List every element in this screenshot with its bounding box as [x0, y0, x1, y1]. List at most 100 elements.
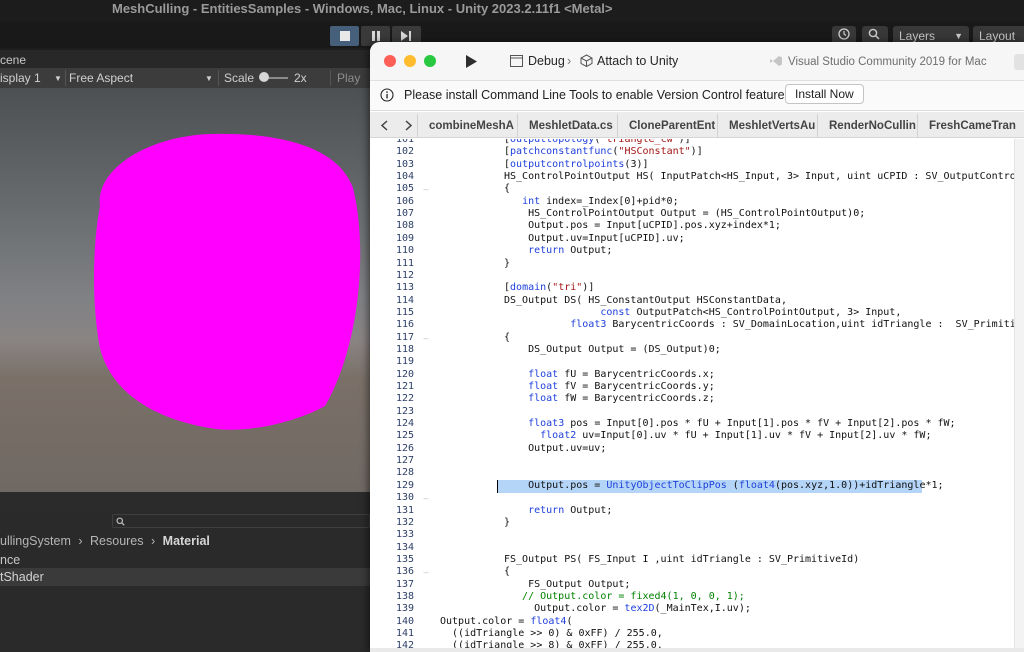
display-chevron-icon: ▼	[54, 74, 62, 83]
scale-slider-handle[interactable]	[259, 72, 269, 82]
code-line[interactable]: 118 DS_Output Output = (DS_Output)0;	[370, 344, 1024, 356]
breadcrumb-separator: ›	[151, 534, 156, 548]
scale-label: Scale	[224, 71, 255, 85]
code-line[interactable]: 108 Output.pos = Input[uCPID].pos.xyz+in…	[370, 220, 1024, 232]
code-text: [outputtopology("triangle_cw")]	[504, 139, 691, 145]
zoom-window-button[interactable]	[424, 55, 436, 67]
text-caret	[497, 479, 498, 493]
line-number: 118	[395, 343, 414, 355]
breadcrumb-current[interactable]: Material	[163, 534, 210, 548]
code-line[interactable]: 122 float fW = BarycentricCoords.z;	[370, 393, 1024, 405]
product-name: Visual Studio Community 2019 for Mac	[788, 56, 987, 68]
code-line[interactable]: 116 float3 BarycentricCoords : SV_Domain…	[370, 319, 1024, 331]
minimize-window-button[interactable]	[404, 55, 416, 67]
code-line[interactable]: 103 [outputcontrolpoints(3)]	[370, 159, 1024, 171]
code-line[interactable]: 129 Output.pos = UnityObjectToClipPos (f…	[370, 479, 1024, 493]
fold-marker-icon[interactable]: –	[422, 183, 430, 195]
code-line[interactable]: 136– {	[370, 566, 1024, 578]
display-dropdown[interactable]: isplay 1	[0, 68, 41, 88]
editor-horizontal-scrollbar[interactable]	[370, 648, 1024, 652]
code-text: FS_Output Output;	[504, 578, 631, 590]
document-tab-bar: combineMeshA MeshletData.cs CloneParentE…	[370, 112, 1024, 138]
project-item-label: tShader	[0, 570, 44, 584]
tab-freshcamera[interactable]: FreshCameTran	[917, 114, 1016, 138]
project-search-input[interactable]	[112, 514, 370, 528]
layout-label: Layout	[979, 29, 1016, 43]
play-button[interactable]	[330, 26, 359, 46]
code-line[interactable]: 125 float2 uv=Input[0].uv * fU + Input[1…	[370, 430, 1024, 442]
code-line[interactable]: 105– {	[370, 183, 1024, 195]
fold-marker-icon[interactable]: –	[422, 492, 430, 504]
code-line[interactable]: 101 [outputtopology("triangle_cw")]	[370, 139, 1024, 146]
fold-marker-icon[interactable]: –	[422, 566, 430, 578]
code-editor[interactable]: 101 [outputtopology("triangle_cw")] 102 [pa…	[370, 139, 1024, 652]
run-button[interactable]	[465, 55, 477, 73]
code-text: float fU = BarycentricCoords.x;	[528, 368, 715, 380]
code-line[interactable]: 110 return Output;	[370, 245, 1024, 257]
scene-tab[interactable]: cene	[0, 50, 370, 70]
code-line[interactable]: 126 Output.uv=uv;	[370, 443, 1024, 455]
code-line[interactable]: 132}	[370, 517, 1024, 529]
code-line[interactable]: 111}	[370, 258, 1024, 270]
code-line[interactable]: 107 HS_ControlPointOutput Output = (HS_C…	[370, 208, 1024, 220]
code-line[interactable]: 133	[370, 529, 1024, 541]
code-text: [domain("tri")]	[504, 282, 595, 294]
code-line[interactable]: 128	[370, 467, 1024, 479]
layers-label: Layers	[899, 29, 936, 43]
project-item-selected[interactable]: tShader	[0, 568, 370, 586]
code-line[interactable]: 134	[370, 542, 1024, 554]
install-now-button[interactable]: Install Now	[785, 84, 864, 104]
code-line[interactable]: 120 float fU = BarycentricCoords.x;	[370, 369, 1024, 381]
code-line[interactable]: 124 float3 pos = Input[0].pos * fU + Inp…	[370, 418, 1024, 430]
breadcrumb-item[interactable]: ullingSystem	[0, 534, 71, 548]
code-line[interactable]: 137 FS_Output Output;	[370, 579, 1024, 591]
code-line[interactable]: 102 [patchconstantfunc("HSConstant")]	[370, 146, 1024, 158]
code-text: Output.pos = Input[uCPID].pos.xyz+index*…	[504, 220, 781, 232]
code-line[interactable]: 140 Output.color = float4(	[370, 616, 1024, 628]
code-line[interactable]: 115 const OutputPatch<HS_ControlPointOut…	[370, 307, 1024, 319]
line-number: 113	[395, 282, 414, 294]
code-line[interactable]: 130–	[370, 492, 1024, 504]
code-line[interactable]: 123	[370, 406, 1024, 418]
code-line[interactable]: 112	[370, 270, 1024, 282]
fold-marker-icon[interactable]: –	[422, 332, 430, 344]
scene-tab-label: cene	[0, 53, 27, 67]
tab-combinemesh[interactable]: combineMeshA	[417, 114, 517, 138]
code-text: return Output;	[528, 504, 613, 516]
code-line[interactable]: 114 DS_Output DS( HS_ConstantOutput HSCon…	[370, 295, 1024, 307]
tab-meshletdata[interactable]: MeshletData.cs	[517, 114, 617, 138]
code-line[interactable]: 135 FS_Output PS( FS_Input I ,uint idTria…	[370, 554, 1024, 566]
aspect-dropdown[interactable]: Free Aspect	[69, 68, 133, 88]
tab-rendernoculling[interactable]: RenderNoCullin	[817, 114, 917, 138]
code-line[interactable]: 127	[370, 455, 1024, 467]
tab-cloneparent[interactable]: CloneParentEnt	[617, 114, 717, 138]
close-window-button[interactable]	[384, 55, 396, 67]
code-line[interactable]: 138 // Output.color = fixed4(1, 0, 0, 1)…	[370, 591, 1024, 603]
tab-back-button[interactable]	[372, 112, 396, 138]
code-line[interactable]: 106 int index=_Index[0]+pid*0;	[370, 196, 1024, 208]
code-line[interactable]: 119	[370, 356, 1024, 368]
line-number: 123	[395, 405, 414, 417]
tab-meshletverts[interactable]: MeshletVertsAu	[717, 114, 817, 138]
code-line[interactable]: 121 float fV = BarycentricCoords.y;	[370, 381, 1024, 393]
tab-label: RenderNoCullin	[829, 120, 916, 132]
code-line[interactable]: 131 return Output;	[370, 505, 1024, 517]
project-item[interactable]: nce	[0, 553, 20, 567]
configuration-selector[interactable]: Debug	[528, 53, 565, 69]
code-line[interactable]: 117– {	[370, 332, 1024, 344]
editor-vertical-scrollbar[interactable]	[1014, 139, 1024, 652]
code-text: Output.color = float4(	[440, 615, 573, 627]
game-viewport[interactable]	[0, 88, 370, 492]
code-text: // Output.color = fixed4(1, 0, 0, 1);	[504, 590, 745, 602]
code-line[interactable]: 104 HS_ControlPointOutput HS( InputPatch<…	[370, 171, 1024, 183]
code-line[interactable]: 141 ((idTriangle >> 0) & 0xFF) / 255.0,	[370, 628, 1024, 640]
breadcrumb-item[interactable]: Resoures	[90, 534, 144, 548]
unity-window-title: MeshCulling - EntitiesSamples - Windows,…	[112, 1, 613, 16]
line-number: 124	[395, 418, 414, 430]
code-line[interactable]: 139 Output.color = tex2D(_MainTex,I.uv);	[370, 603, 1024, 615]
code-line[interactable]: 113 [domain("tri")]	[370, 282, 1024, 294]
run-target-selector[interactable]: Attach to Unity	[597, 53, 678, 69]
line-number: 136	[395, 566, 414, 578]
code-line[interactable]: 109 Output.uv=Input[uCPID].uv;	[370, 233, 1024, 245]
stop-icon	[339, 31, 350, 41]
